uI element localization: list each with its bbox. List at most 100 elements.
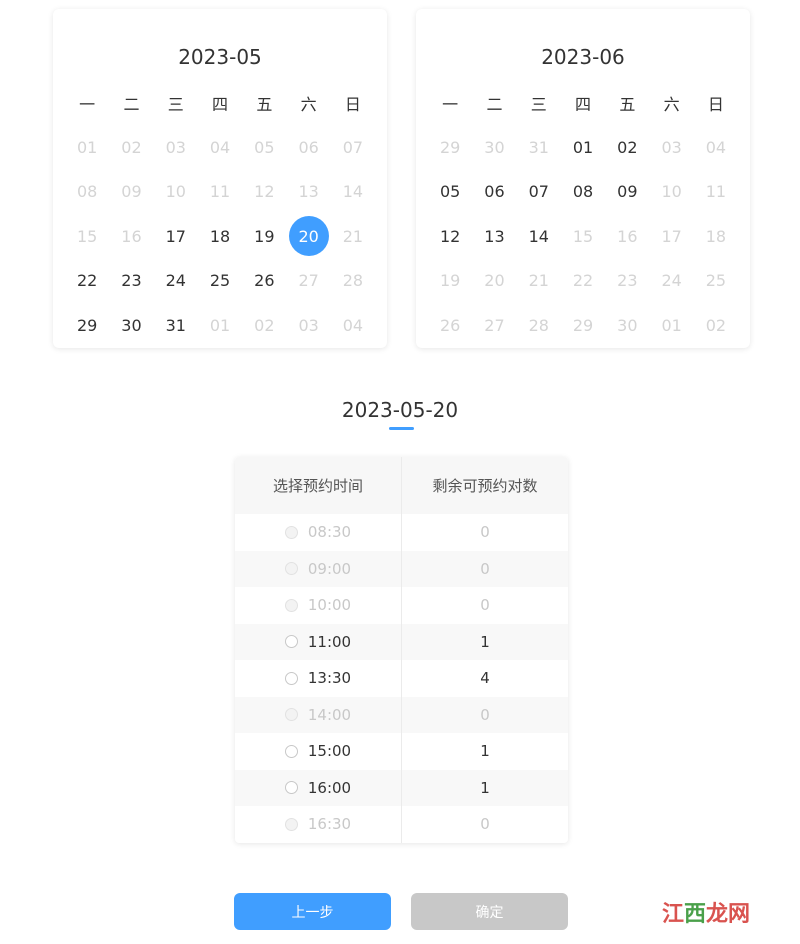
calendar-day[interactable]: 12 bbox=[428, 214, 472, 258]
table-header: 选择预约时间 剩余可预约对数 bbox=[235, 457, 568, 514]
calendar-day[interactable]: 07 bbox=[517, 170, 561, 214]
weekday-label: 二 bbox=[486, 95, 503, 115]
weekday-label: 四 bbox=[575, 95, 592, 115]
calendar-day[interactable]: 18 bbox=[198, 214, 242, 258]
calendar-day-number: 20 bbox=[484, 271, 505, 291]
calendar-day-number: 29 bbox=[439, 138, 461, 158]
radio-icon bbox=[284, 817, 298, 831]
calendar-day: 29 bbox=[428, 125, 472, 169]
calendar-day-number: 07 bbox=[342, 138, 364, 158]
remaining-count: 1 bbox=[480, 778, 490, 797]
table-row[interactable]: 15:00 1 bbox=[235, 733, 568, 770]
calendar-day[interactable]: 14 bbox=[517, 214, 561, 258]
weekday-label: 三 bbox=[530, 95, 547, 115]
weekday-label: 日 bbox=[707, 95, 724, 115]
time-slot-label: 13:30 bbox=[307, 669, 352, 688]
calendar-day: 02 bbox=[242, 303, 286, 347]
calendar-day-number: 25 bbox=[209, 271, 231, 291]
calendar-day-number: 02 bbox=[254, 315, 275, 335]
weekday-label: 六 bbox=[300, 95, 317, 115]
calendar-day[interactable]: 25 bbox=[198, 259, 242, 303]
calendar-day-number: 17 bbox=[165, 226, 186, 246]
calendar-day[interactable]: 01 bbox=[561, 125, 605, 169]
table-row[interactable]: 16:00 1 bbox=[235, 769, 568, 806]
calendar-day[interactable]: 06 bbox=[472, 170, 516, 214]
calendar-day-number: 13 bbox=[484, 226, 505, 246]
confirm-button[interactable]: 确定 bbox=[411, 893, 568, 930]
calendar-day-number: 09 bbox=[617, 182, 638, 202]
calendar-day: 22 bbox=[561, 259, 605, 303]
table-row[interactable]: 13:30 4 bbox=[235, 660, 568, 697]
time-slot-cell: 08:30 bbox=[235, 514, 402, 551]
radio-icon[interactable] bbox=[284, 781, 298, 795]
table-row[interactable]: 11:00 1 bbox=[235, 623, 568, 660]
time-slot-cell[interactable]: 15:00 bbox=[235, 733, 402, 770]
calendar-day: 11 bbox=[694, 170, 738, 214]
calendar-day-number: 25 bbox=[705, 271, 727, 291]
calendar-day-number: 20 bbox=[288, 216, 329, 257]
calendar-day[interactable]: 31 bbox=[154, 303, 198, 347]
calendar-day-number: 27 bbox=[484, 315, 505, 335]
weekday-label: 一 bbox=[442, 95, 459, 115]
calendar-day[interactable]: 22 bbox=[65, 259, 109, 303]
calendar-day-selected[interactable]: 20 bbox=[286, 214, 330, 258]
calendar-june: 2023-06 一 二 三 四 五 六 日 29 30 31 01 02 03 04 05 06 07 08 09 1… bbox=[416, 9, 750, 348]
table-row: 10:00 0 bbox=[235, 587, 568, 624]
calendar-day-number: 13 bbox=[298, 182, 319, 202]
remaining-count: 0 bbox=[480, 523, 490, 542]
radio-icon[interactable] bbox=[284, 671, 298, 685]
calendar-day: 30 bbox=[605, 303, 649, 347]
calendar-day-number: 30 bbox=[617, 315, 638, 335]
calendar-day[interactable]: 26 bbox=[242, 259, 286, 303]
calendar-day-number: 07 bbox=[528, 182, 549, 202]
calendar-day[interactable]: 30 bbox=[109, 303, 153, 347]
prev-step-button[interactable]: 上一步 bbox=[234, 893, 391, 930]
calendar-day[interactable]: 13 bbox=[472, 214, 516, 258]
radio-icon[interactable] bbox=[284, 744, 298, 758]
calendar-day[interactable]: 09 bbox=[605, 170, 649, 214]
calendar-day-number: 03 bbox=[661, 138, 682, 158]
weekday-label: 二 bbox=[123, 95, 140, 115]
calendar-day[interactable]: 19 bbox=[242, 214, 286, 258]
calendar-day[interactable]: 08 bbox=[561, 170, 605, 214]
calendar-day: 03 bbox=[649, 125, 693, 169]
calendar-day-number: 16 bbox=[121, 226, 142, 246]
calendar-day: 27 bbox=[286, 259, 330, 303]
calendar-day-number: 02 bbox=[705, 315, 727, 335]
radio-icon bbox=[284, 708, 298, 722]
calendar-day-number: 31 bbox=[165, 315, 186, 335]
calendar-day[interactable]: 24 bbox=[154, 259, 198, 303]
calendar-day[interactable]: 23 bbox=[109, 259, 153, 303]
calendar-day-number: 04 bbox=[342, 315, 364, 335]
weekday-label: 一 bbox=[79, 95, 96, 115]
calendar-day: 12 bbox=[242, 170, 286, 214]
calendar-day-number: 12 bbox=[254, 182, 275, 202]
calendar-day[interactable]: 17 bbox=[154, 214, 198, 258]
time-slot-label: 16:30 bbox=[307, 815, 352, 834]
time-slot-cell: 10:00 bbox=[235, 587, 402, 624]
calendar-day: 08 bbox=[65, 170, 109, 214]
calendar-day-number: 29 bbox=[76, 315, 98, 335]
time-slot-cell[interactable]: 11:00 bbox=[235, 623, 402, 660]
remaining-count: 0 bbox=[480, 559, 490, 578]
radio-icon[interactable] bbox=[284, 635, 298, 649]
selected-date-underline bbox=[389, 427, 414, 430]
calendar-day[interactable]: 05 bbox=[428, 170, 472, 214]
calendar-day[interactable]: 02 bbox=[605, 125, 649, 169]
time-slot-label: 15:00 bbox=[307, 742, 352, 761]
time-slot-cell[interactable]: 13:30 bbox=[235, 660, 402, 697]
calendar-day: 28 bbox=[517, 303, 561, 347]
calendar-day: 28 bbox=[331, 259, 375, 303]
table-body: 08:30 0 09:00 0 10:00 0 11:00 1 13:30 4 14:00 0 15:0… bbox=[235, 514, 568, 843]
calendar-day-number: 12 bbox=[439, 226, 461, 246]
calendar-day: 16 bbox=[605, 214, 649, 258]
calendar-day-number: 18 bbox=[705, 226, 727, 246]
table-row: 08:30 0 bbox=[235, 514, 568, 551]
time-slot-cell[interactable]: 16:00 bbox=[235, 769, 402, 806]
weekday-label: 日 bbox=[344, 95, 361, 115]
calendar-day-number: 06 bbox=[298, 138, 319, 158]
calendar-day: 21 bbox=[331, 214, 375, 258]
calendar-day[interactable]: 29 bbox=[65, 303, 109, 347]
calendar-day-number: 29 bbox=[572, 315, 594, 335]
calendar-day-number: 11 bbox=[705, 182, 727, 202]
